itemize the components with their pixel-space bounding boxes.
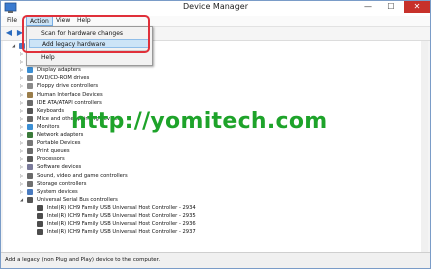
device-category-icon (27, 180, 33, 187)
usb-icon (37, 229, 43, 236)
minimize-button[interactable]: — (358, 1, 378, 13)
device-category-icon (27, 148, 33, 155)
close-button[interactable]: ✕ (404, 1, 430, 13)
device-category-icon (27, 107, 33, 114)
tree-item-label: Sound, video and game controllers (37, 172, 128, 179)
expand-arrow-icon[interactable]: ▷ (19, 163, 24, 171)
usb-controller-label: Intel(R) ICH9 Family USB Universal Host … (47, 229, 196, 236)
expand-arrow-icon[interactable]: ▷ (19, 107, 24, 115)
expand-arrow-icon[interactable]: ▷ (19, 50, 24, 58)
device-category-icon (27, 172, 33, 179)
expand-arrow-icon[interactable]: ▷ (19, 155, 24, 163)
expand-arrow-icon[interactable]: ▷ (19, 139, 24, 147)
collapse-arrow-icon[interactable]: ◢ (11, 42, 16, 50)
menu-help[interactable]: Help (74, 16, 94, 26)
expand-arrow-icon[interactable]: ▷ (19, 99, 24, 107)
menu-item-scan-hardware[interactable]: Scan for hardware changes (41, 29, 123, 38)
tree-item-label: System devices (37, 188, 78, 195)
device-category-icon (27, 156, 33, 163)
tree-item-label: Keyboards (37, 107, 65, 114)
maximize-button[interactable]: ☐ (381, 1, 401, 13)
watermark-text: http://yomitech.com (71, 109, 328, 134)
menu-file[interactable]: File (4, 16, 20, 26)
expand-arrow-icon[interactable]: ▷ (19, 172, 24, 180)
menu-action[interactable]: Action (26, 16, 53, 26)
device-category-icon (27, 196, 33, 203)
expand-arrow-icon[interactable]: ▷ (19, 74, 24, 82)
device-category-icon (27, 91, 33, 98)
usb-icon (37, 213, 43, 219)
device-category-icon (27, 140, 33, 147)
expand-arrow-icon[interactable]: ▷ (19, 91, 24, 99)
usb-controller-label: Intel(R) ICH9 Family USB Universal Host … (47, 213, 196, 219)
usb-controller-label: Intel(R) ICH9 Family USB Universal Host … (47, 204, 196, 211)
tree-item-label: Display adapters (37, 67, 81, 74)
device-manager-window: Device Manager — ☐ ✕ File Action View He… (0, 0, 431, 269)
menu-item-add-legacy-hardware[interactable]: Add legacy hardware (29, 39, 150, 48)
device-category-icon (27, 83, 33, 90)
device-category-icon (27, 75, 33, 82)
expand-arrow-icon[interactable]: ▷ (19, 58, 24, 66)
tree-item-label: Universal Serial Bus controllers (37, 196, 118, 203)
expand-arrow-icon[interactable]: ▷ (19, 66, 24, 74)
tree-item-label: Human Interface Devices (37, 91, 103, 98)
device-category-icon (27, 99, 33, 106)
device-tree: ◢ ▷Computer▷Disk drives▷Display adapters… (3, 41, 428, 252)
tree-item-label: DVD/CD-ROM drives (37, 75, 90, 82)
device-category-icon (27, 123, 33, 130)
back-arrow-icon[interactable]: ◀ (4, 28, 14, 38)
collapse-arrow-icon[interactable]: ◢ (19, 196, 24, 204)
usb-icon (37, 204, 43, 211)
tree-item-label: Print queues (37, 148, 70, 155)
tree-item-label: Portable Devices (37, 140, 81, 147)
expand-arrow-icon[interactable]: ▷ (19, 147, 24, 155)
computer-icon (19, 43, 25, 49)
expand-arrow-icon[interactable]: ▷ (19, 115, 24, 123)
tree-item-label: Monitors (37, 123, 60, 130)
status-text: Add a legacy (non Plug and Play) device … (5, 257, 161, 263)
expand-arrow-icon[interactable]: ▷ (19, 82, 24, 90)
device-category-icon (27, 67, 33, 74)
expand-arrow-icon[interactable]: ▷ (19, 123, 24, 131)
action-dropdown-menu: Scan for hardware changes Add legacy har… (26, 26, 153, 66)
expand-arrow-icon[interactable]: ▷ (19, 131, 24, 139)
usb-icon (37, 221, 43, 228)
menu-view[interactable]: View (53, 16, 73, 26)
tree-item-label: IDE ATA/ATAPI controllers (37, 99, 102, 106)
expand-arrow-icon[interactable]: ▷ (19, 188, 24, 196)
tree-item-label: Storage controllers (37, 180, 87, 187)
forward-arrow-icon[interactable]: ▶ (15, 28, 25, 38)
device-category-icon (27, 132, 33, 138)
title-bar: Device Manager — ☐ ✕ (1, 1, 430, 16)
expand-arrow-icon[interactable]: ▷ (19, 180, 24, 188)
tree-item-label: Floppy drive controllers (37, 83, 99, 90)
menu-separator (41, 50, 148, 51)
tree-item-label: Software devices (37, 164, 82, 171)
usb-controller-label: Intel(R) ICH9 Family USB Universal Host … (47, 221, 196, 228)
tree-item-label: Processors (37, 156, 65, 163)
device-category-icon (27, 115, 33, 122)
status-bar: Add a legacy (non Plug and Play) device … (1, 252, 430, 268)
device-category-icon (27, 188, 33, 195)
vertical-scrollbar[interactable] (421, 41, 428, 252)
device-category-icon (27, 164, 33, 171)
menu-item-help[interactable]: Help (41, 53, 55, 62)
